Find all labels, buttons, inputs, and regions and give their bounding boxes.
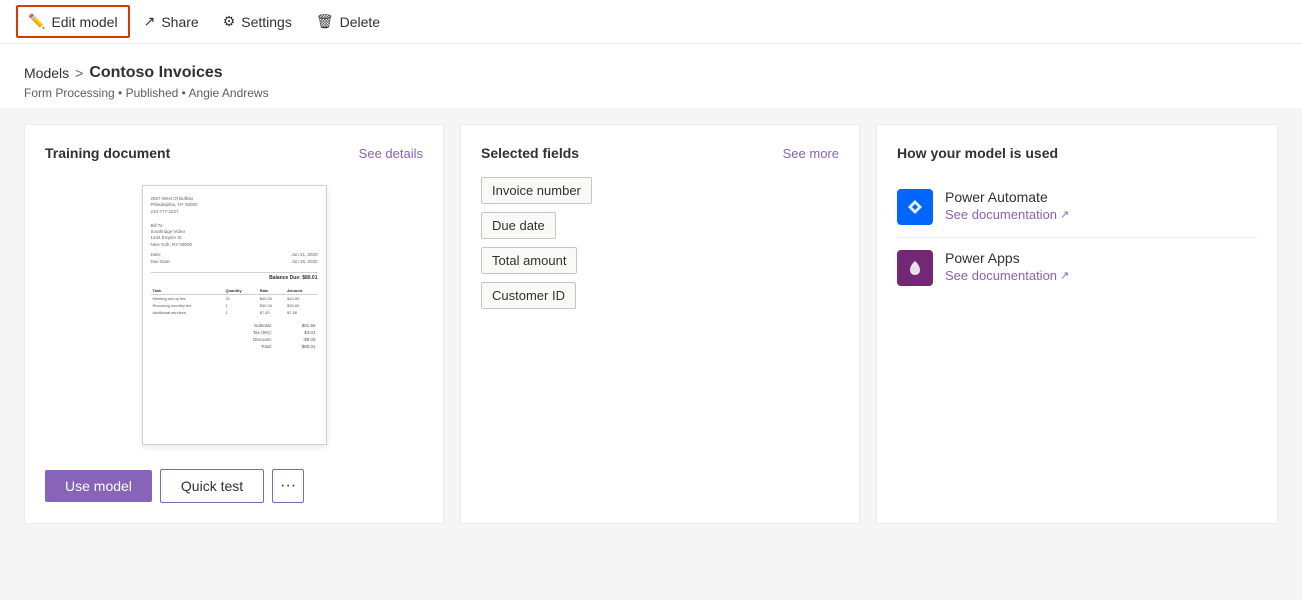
integration-details: Power Apps See documentation ↗ xyxy=(945,250,1069,283)
share-icon: ↗ xyxy=(144,13,156,30)
subtitle-sep2: • xyxy=(182,86,189,100)
doc-row-cell: $7.50 xyxy=(285,309,317,316)
doc-row-cell: $7.50 xyxy=(258,309,285,316)
field-tag: Invoice number xyxy=(481,177,592,204)
settings-label: Settings xyxy=(241,14,292,30)
doc-col-qty: Quantity xyxy=(223,287,257,295)
doc-balance-due: Balance Due: $80.01 xyxy=(151,272,318,281)
delete-button[interactable]: 🗑 Delete xyxy=(306,7,390,36)
doc-date-label: Date: xyxy=(151,252,171,259)
doc-col-task: Task xyxy=(151,287,224,295)
doc-col-amount: Amount xyxy=(285,287,317,295)
table-row: Recurring monthly fee1$30.00$30.00 xyxy=(151,302,318,309)
doc-discount-label: Discount: xyxy=(217,336,274,343)
doc-tax-label: Tax (9%): xyxy=(217,329,274,336)
doc-address2: Philadelphia, NY 00000 xyxy=(151,202,198,208)
delete-icon: 🗑 xyxy=(316,13,334,30)
usage-card-title: How your model is used xyxy=(897,145,1058,161)
page-subtitle: Form Processing • Published • Angie Andr… xyxy=(24,86,1278,100)
settings-icon: ⚙ xyxy=(223,13,236,30)
doc-col-rate: Rate xyxy=(258,287,285,295)
doc-due-val: Jun 26, 2020 xyxy=(291,259,317,266)
usage-card: How your model is used Power Automate See… xyxy=(876,124,1278,524)
subtitle-type: Form Processing xyxy=(24,86,115,100)
breadcrumb-separator: > xyxy=(75,65,83,81)
doc-address3: 210-777-2227 xyxy=(151,209,198,215)
use-model-button[interactable]: Use model xyxy=(45,470,152,502)
field-tag: Customer ID xyxy=(481,282,576,309)
doc-row-cell: $30.00 xyxy=(285,302,317,309)
share-button[interactable]: ↗ Share xyxy=(134,7,209,36)
table-row: Additional services1$7.50$7.50 xyxy=(151,309,318,316)
fields-card-header: Selected fields See more xyxy=(481,145,839,161)
settings-button[interactable]: ⚙ Settings xyxy=(213,7,302,36)
doc-subtotal-val: $81.56 xyxy=(274,322,318,329)
page-header: Models > Contoso Invoices Form Processin… xyxy=(0,44,1302,108)
see-documentation-link[interactable]: See documentation ↗ xyxy=(945,207,1069,222)
delete-label: Delete xyxy=(340,14,380,30)
integration-item: Power Apps See documentation ↗ xyxy=(897,238,1257,298)
doc-row-cell: 1 xyxy=(223,302,257,309)
integration-item: Power Automate See documentation ↗ xyxy=(897,177,1257,238)
doc-discount-val: -$9.00 xyxy=(274,336,318,343)
subtitle-author: Angie Andrews xyxy=(189,86,269,100)
integration-details: Power Automate See documentation ↗ xyxy=(945,189,1069,222)
edit-model-label: Edit model xyxy=(51,14,117,30)
breadcrumb: Models > Contoso Invoices xyxy=(24,64,1278,82)
fields-list: Invoice number Due date Total amount Custom… xyxy=(481,177,839,317)
external-link-icon: ↗ xyxy=(1060,269,1069,282)
doc-row-cell: Recurring monthly fee xyxy=(151,302,224,309)
see-more-link[interactable]: See more xyxy=(783,146,839,161)
document-preview: 2857 West Of Buffalo Philadelphia, NY 00… xyxy=(142,185,327,445)
toolbar: ✏️ Edit model ↗ Share ⚙ Settings 🗑 Delet… xyxy=(0,0,1302,44)
see-documentation-link[interactable]: See documentation ↗ xyxy=(945,268,1069,283)
share-label: Share xyxy=(161,14,198,30)
doc-due-label: Due Date: xyxy=(151,259,171,266)
doc-date-val: Jun 21, 2020 xyxy=(291,252,317,259)
selected-fields-card: Selected fields See more Invoice number D… xyxy=(460,124,860,524)
subtitle-sep1: • xyxy=(118,86,126,100)
doc-bill-city: New York, NY 00000 xyxy=(151,242,318,248)
power-automate-icon xyxy=(897,189,933,225)
doc-row-cell: 31 xyxy=(223,294,257,302)
power-apps-icon xyxy=(897,250,933,286)
doc-total-val: $80.01 xyxy=(274,343,318,350)
more-dots-icon: ··· xyxy=(280,477,296,495)
table-row: Meeting set-up fee31$42.00$42.00 xyxy=(151,294,318,302)
field-tag: Total amount xyxy=(481,247,577,274)
doc-row-cell: $42.00 xyxy=(285,294,317,302)
doc-row-cell: Additional services xyxy=(151,309,224,316)
training-card-actions: Use model Quick test ··· xyxy=(45,469,423,503)
subtitle-status: Published xyxy=(126,86,179,100)
doc-total-label: Total: xyxy=(217,343,274,350)
edit-model-button[interactable]: ✏️ Edit model xyxy=(16,5,130,38)
integration-name: Power Apps xyxy=(945,250,1069,266)
doc-row-cell: $42.00 xyxy=(258,294,285,302)
doc-row-cell: 1 xyxy=(223,309,257,316)
usage-card-header: How your model is used xyxy=(897,145,1257,161)
training-card-title: Training document xyxy=(45,145,170,161)
integrations-list: Power AutomateSee documentation ↗Power A… xyxy=(897,177,1257,298)
doc-tax-val: $3.01 xyxy=(274,329,318,336)
models-breadcrumb-link[interactable]: Models xyxy=(24,65,69,81)
document-preview-container: 2857 West Of Buffalo Philadelphia, NY 00… xyxy=(45,177,423,453)
doc-row-cell: $30.00 xyxy=(258,302,285,309)
doc-row-cell: Meeting set-up fee xyxy=(151,294,224,302)
training-card-header: Training document See details xyxy=(45,145,423,161)
external-link-icon: ↗ xyxy=(1060,208,1069,221)
fields-card-title: Selected fields xyxy=(481,145,579,161)
doc-totals: Subtotal: $81.56 Tax (9%): $3.01 Discoun… xyxy=(151,322,318,356)
field-tag: Due date xyxy=(481,212,556,239)
training-document-card: Training document See details 2857 West … xyxy=(24,124,444,524)
main-content: Training document See details 2857 West … xyxy=(0,108,1302,540)
page-title: Contoso Invoices xyxy=(89,64,222,82)
quick-test-button[interactable]: Quick test xyxy=(160,469,264,503)
see-details-link[interactable]: See details xyxy=(359,146,423,161)
more-options-button[interactable]: ··· xyxy=(272,469,304,503)
doc-subtotal-label: Subtotal: xyxy=(217,322,274,329)
edit-icon: ✏️ xyxy=(28,13,45,30)
integration-name: Power Automate xyxy=(945,189,1069,205)
